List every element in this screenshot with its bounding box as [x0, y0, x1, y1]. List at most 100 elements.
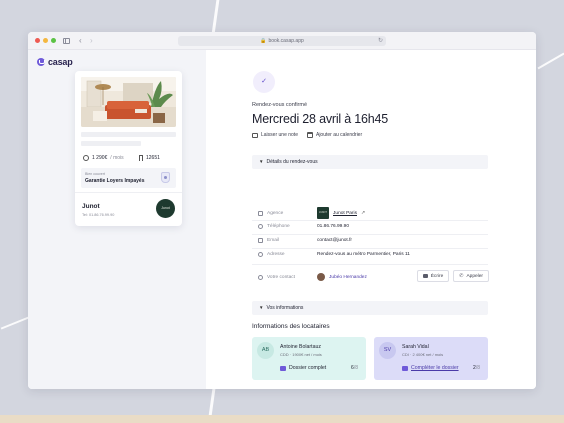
add-to-calendar-label: Ajouter au calendrier: [315, 132, 363, 138]
contact-buttons: Écrire ✆ Appeler: [416, 270, 489, 282]
envelope-icon: [422, 274, 428, 278]
folder-icon: [402, 365, 408, 371]
row-divider: [252, 264, 488, 265]
reference-value: 12651: [146, 155, 160, 161]
phone-value: 01.86.76.99.90: [317, 224, 350, 229]
external-link-icon[interactable]: ↗: [361, 210, 365, 216]
building-icon: [258, 210, 263, 216]
complete-file-link[interactable]: Compléter le dossier: [402, 365, 459, 371]
appointment-panel: ✓ Rendez-vous confirmé Mercredi 28 avril…: [206, 50, 536, 389]
title-placeholder: [81, 132, 176, 137]
tenant-income: 2 400€ net / mois: [412, 352, 444, 357]
email-value: contact@junot.fr: [317, 238, 352, 243]
tenant-file-status: Dossier complet: [289, 365, 327, 371]
phone-icon: [258, 224, 263, 229]
brand-name: casap: [48, 57, 73, 67]
address-row: Adresse Rendez-vous au métro Parmentier,…: [258, 252, 410, 257]
agency-row: Agence JUNOT Junot Paris ↗: [258, 207, 365, 219]
note-icon: [252, 132, 258, 138]
confirmation-status: Rendez-vous confirmé: [252, 102, 308, 108]
subtitle-placeholder: [81, 141, 141, 146]
lock-icon: 🔒: [260, 38, 267, 44]
price-stat: 1 290€ / mois: [83, 155, 124, 161]
minimize-window-button[interactable]: [43, 38, 48, 43]
agency-name: Junot: [82, 203, 100, 210]
add-to-calendar-button[interactable]: Ajouter au calendrier: [306, 132, 363, 138]
tenant-file-status: Compléter le dossier: [411, 365, 459, 371]
agency-mini-logo: JUNOT: [317, 207, 329, 219]
close-window-button[interactable]: [35, 38, 40, 43]
browser-window: ‹ › 🔒 book.casap.app ↻ casap 1 290€ / mo…: [28, 32, 536, 389]
file-progress: 6/8: [351, 365, 358, 371]
phone-row: Téléphone 01.86.76.99.90: [258, 224, 349, 229]
tenant-avatar: SV: [379, 342, 396, 359]
window-controls: [35, 38, 56, 43]
write-button[interactable]: Écrire: [416, 270, 450, 282]
listing-sidebar: casap 1 290€ / mois 12651 Bien couvert G…: [28, 50, 206, 389]
appointment-details-toggle[interactable]: ▼ Détails du rendez-vous: [252, 155, 488, 169]
call-label: Appeler: [466, 273, 483, 279]
location-pin-icon: [258, 252, 263, 257]
tenants-title: Informations des locataires: [252, 323, 330, 330]
chevron-down-icon: ▼: [259, 159, 264, 164]
file-progress: 2/8: [473, 365, 480, 371]
address-value: Rendez-vous au métro Parmentier, Paris 1…: [317, 252, 410, 257]
shield-icon: [161, 172, 170, 183]
listing-photo: [81, 77, 176, 127]
sidebar-toggle-icon[interactable]: [63, 38, 70, 44]
back-arrow-icon[interactable]: ‹: [79, 36, 82, 46]
tenant-name: Sarah Vidal: [402, 344, 429, 350]
backdrop-floor: [0, 415, 564, 423]
your-information-toggle[interactable]: ▼ Vos informations: [252, 301, 488, 315]
forward-arrow-icon[interactable]: ›: [90, 36, 93, 46]
details-title: Détails du rendez-vous: [266, 159, 318, 165]
agency-block: Junot Tel: 01.86.76.99.90 Junot: [75, 192, 182, 226]
mail-icon: [258, 238, 263, 243]
maximize-window-button[interactable]: [51, 38, 56, 43]
chevron-down-icon: ▼: [259, 305, 264, 310]
appointment-date: Mercredi 28 avril à 16h45: [252, 112, 389, 126]
tenant-income: 1900€ net / mois: [292, 352, 322, 357]
agency-label: Agence: [267, 210, 284, 216]
guarantee-box: Bien couvert Garantie Loyers Impayés: [81, 168, 176, 188]
contact-row: Votre contact Jubéo Hernandez: [258, 273, 367, 281]
tenant-avatar: AB: [257, 342, 274, 359]
tenant-card[interactable]: AB Antoine Bolartauz CDD · 1900€ net / m…: [252, 337, 366, 380]
contact-avatar: [317, 273, 325, 281]
check-icon: ✓: [253, 71, 275, 93]
agency-logo: Junot: [156, 199, 175, 218]
agency-link[interactable]: Junot Paris: [333, 211, 357, 216]
tenant-card[interactable]: SV Sarah Vidal CDI · 2 400€ net / mois C…: [374, 337, 488, 380]
bookmark-icon: [139, 155, 143, 161]
email-row: Email contact@junot.fr: [258, 238, 352, 243]
info-title: Vos informations: [266, 305, 304, 311]
appointment-actions: Laisser une note Ajouter au calendrier: [252, 132, 362, 138]
brand-logo[interactable]: casap: [37, 57, 73, 67]
write-label: Écrire: [430, 273, 444, 279]
contact-label: Votre contact: [267, 274, 295, 280]
address-bar[interactable]: 🔒 book.casap.app ↻: [178, 36, 386, 46]
reference-stat: 12651: [139, 155, 160, 161]
call-button[interactable]: ✆ Appeler: [453, 270, 489, 282]
row-divider: [252, 234, 488, 235]
email-label: Email: [267, 238, 279, 243]
browser-titlebar: ‹ › 🔒 book.casap.app ↻: [28, 32, 536, 50]
phone-handset-icon: ✆: [459, 273, 464, 279]
leave-note-label: Laisser une note: [261, 132, 298, 138]
reload-icon[interactable]: ↻: [378, 36, 383, 46]
row-divider: [252, 220, 488, 221]
backdrop-line: [537, 52, 564, 70]
living-room-image: [81, 77, 176, 127]
address-label: Adresse: [267, 252, 285, 257]
price-unit: / mois: [110, 155, 124, 161]
casap-logo-icon: [37, 58, 45, 66]
folder-icon: [280, 365, 286, 371]
calendar-icon: [306, 132, 313, 138]
listing-card[interactable]: 1 290€ / mois 12651 Bien couvert Garanti…: [75, 71, 182, 226]
phone-label: Téléphone: [267, 224, 290, 229]
backdrop-line: [211, 0, 220, 34]
backdrop-line: [0, 316, 30, 330]
tenant-contract: CDI: [402, 352, 409, 357]
leave-note-button[interactable]: Laisser une note: [252, 132, 298, 138]
address-bar-url: book.casap.app: [268, 38, 304, 44]
